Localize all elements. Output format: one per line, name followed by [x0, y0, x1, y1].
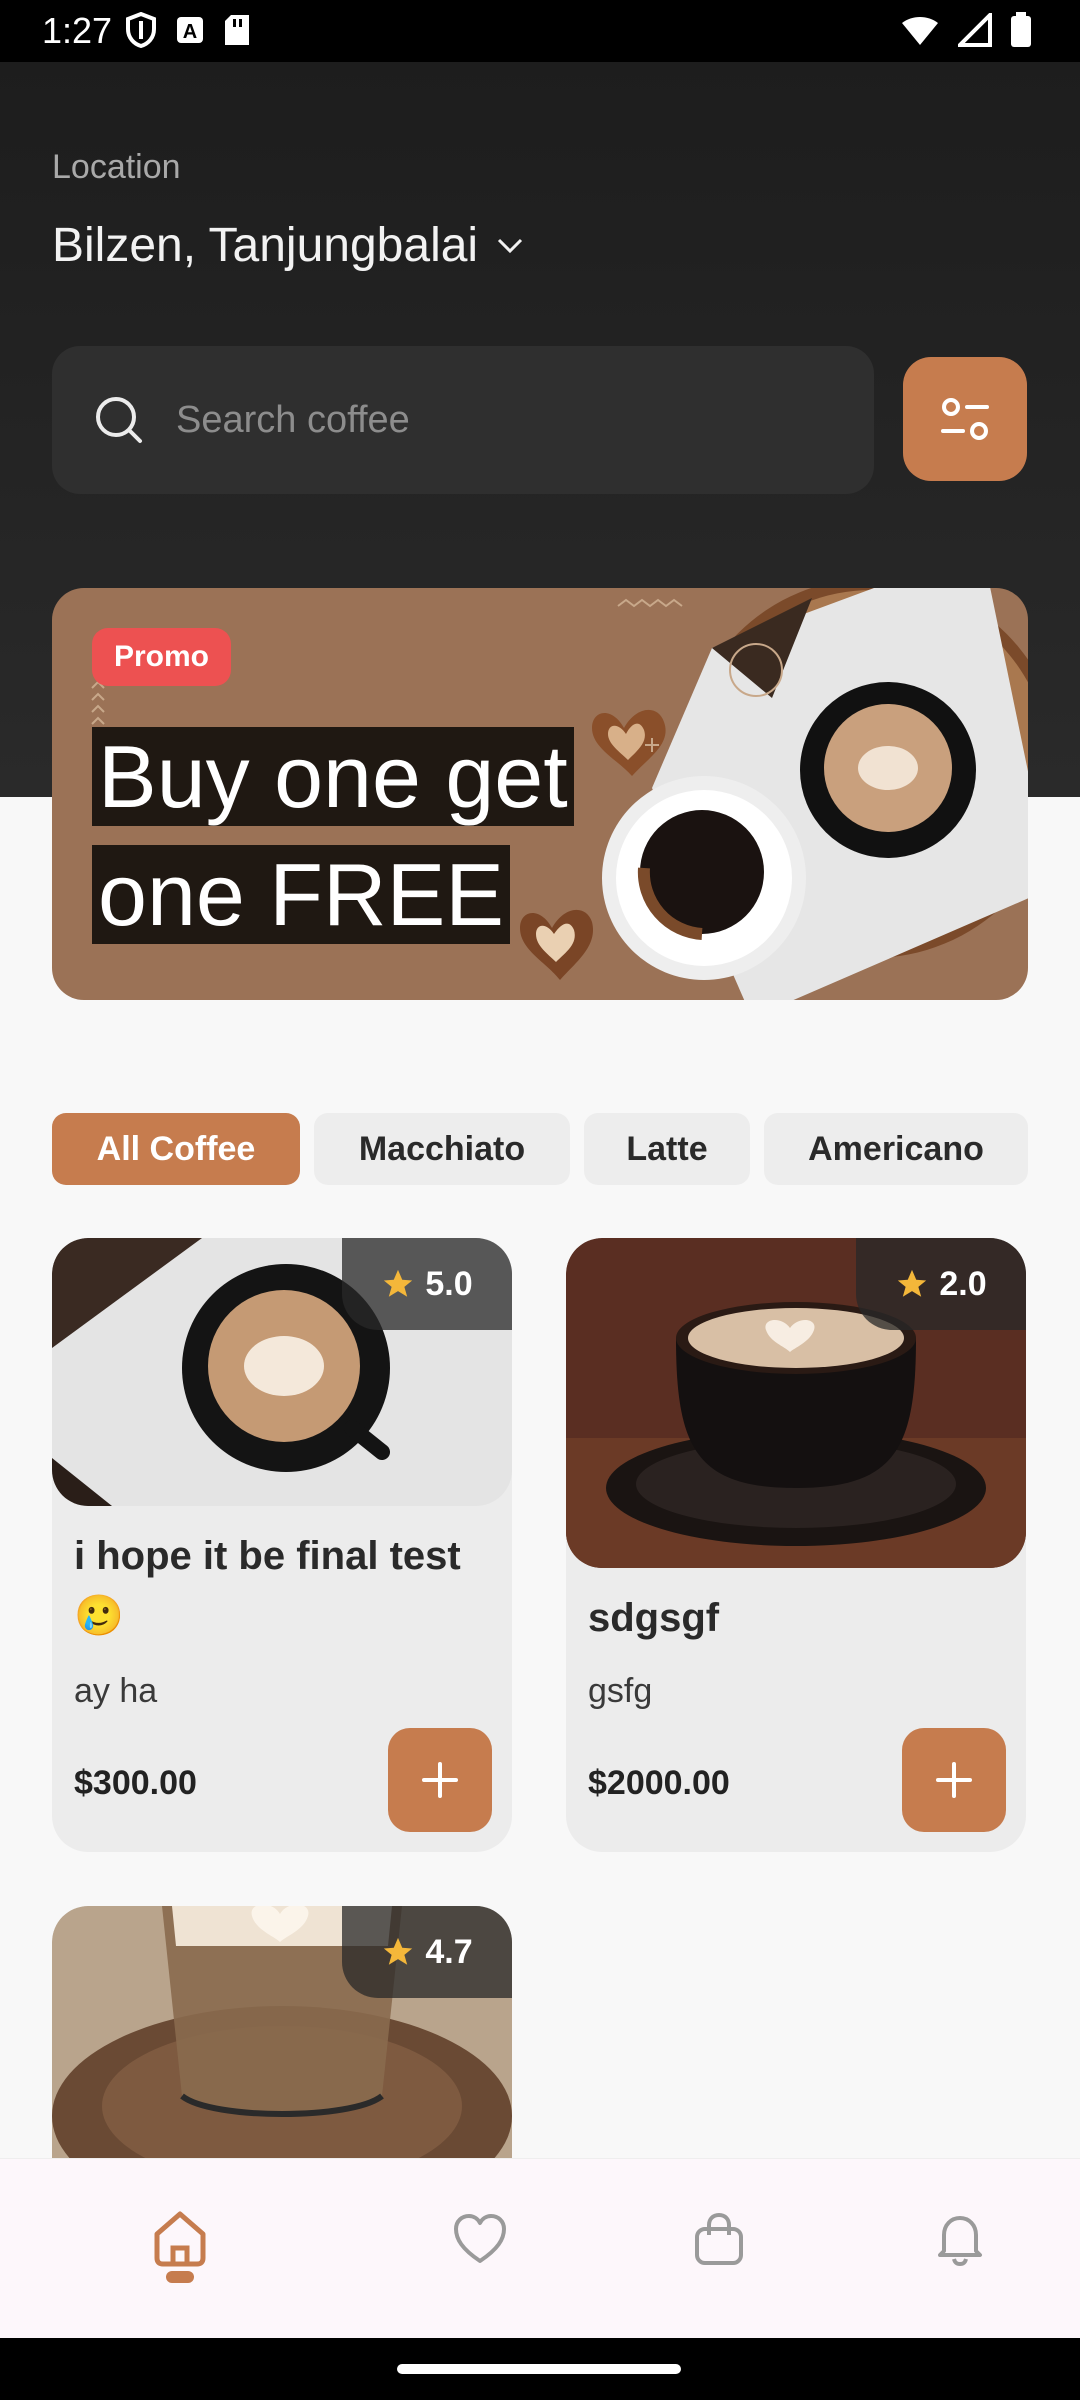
product-description: ay ha	[74, 1672, 158, 1710]
promo-title: Buy one get one FREE	[92, 718, 652, 954]
rating-badge: 2.0	[856, 1238, 1026, 1330]
star-icon	[384, 1269, 413, 1297]
heart-icon	[454, 2214, 506, 2263]
status-time: 1:27	[42, 10, 113, 51]
product-name: i hope it be final test 🥲	[74, 1534, 461, 1638]
search-icon	[96, 397, 142, 443]
rating-value: 2.0	[939, 1264, 987, 1303]
home-gesture-handle[interactable]	[397, 2364, 681, 2374]
product-description: gsfg	[588, 1672, 653, 1710]
product-card[interactable]: 2.0 sdgsgf gsfg $2000.00	[566, 1238, 1026, 1852]
plus-icon	[936, 1762, 972, 1798]
plus-icon	[422, 1762, 458, 1798]
location-value: Bilzen, Tanjungbalai	[52, 219, 479, 272]
product-price: $2000.00	[588, 1764, 730, 1802]
search-bar[interactable]	[52, 346, 874, 494]
wifi-icon	[902, 17, 938, 45]
rating-value: 4.7	[425, 1932, 473, 1971]
promo-banner[interactable]: Promo Buy one get one FREE	[52, 588, 1028, 1000]
promo-title-line2: one FREE	[92, 845, 510, 944]
bag-icon	[695, 2212, 743, 2265]
shield-icon	[126, 12, 156, 48]
add-to-cart-button[interactable]	[388, 1728, 492, 1832]
promo-badge: Promo	[92, 628, 232, 686]
home-icon	[154, 2211, 206, 2267]
svg-text:A: A	[183, 21, 197, 43]
rating-badge: 4.7	[342, 1906, 512, 1998]
product-price: $300.00	[74, 1764, 197, 1802]
category-tabs: All Coffee Macchiato Latte Americano	[52, 1113, 1028, 1185]
font-icon: A	[177, 17, 203, 43]
nav-favorites[interactable]	[440, 2199, 520, 2279]
promo-title-line1: Buy one get	[92, 727, 574, 826]
search-input[interactable]	[174, 397, 818, 443]
location-selector[interactable]: Bilzen, Tanjungbalai	[52, 218, 524, 273]
active-indicator	[166, 2271, 194, 2283]
status-left-icons: A	[125, 12, 251, 48]
bell-icon	[938, 2216, 982, 2267]
star-icon	[898, 1269, 927, 1297]
nav-cart[interactable]	[679, 2199, 759, 2279]
battery-icon	[1011, 12, 1031, 47]
system-navigation-bar	[0, 2338, 1080, 2400]
filter-button[interactable]	[903, 357, 1027, 481]
chevron-down-icon	[498, 238, 523, 253]
tab-latte[interactable]: Latte	[584, 1113, 750, 1185]
bottom-navigation	[0, 2158, 1080, 2339]
nav-home[interactable]	[140, 2199, 220, 2279]
rating-badge: 5.0	[342, 1238, 512, 1330]
sdcard-icon	[225, 15, 249, 45]
nav-notifications[interactable]	[920, 2199, 1000, 2279]
tab-macchiato[interactable]: Macchiato	[314, 1113, 570, 1185]
rating-value: 5.0	[425, 1264, 473, 1303]
product-name: sdgsgf	[588, 1596, 720, 1640]
status-right-icons	[900, 12, 1032, 48]
location-label: Location	[52, 148, 181, 186]
status-bar: 1:27 A	[0, 0, 1080, 62]
star-icon	[384, 1937, 413, 1965]
signal-icon	[958, 13, 992, 47]
filter-icon	[941, 398, 989, 440]
tab-all-coffee[interactable]: All Coffee	[52, 1113, 300, 1185]
product-card[interactable]: 5.0 i hope it be final test 🥲 ay ha $300…	[52, 1238, 512, 1852]
add-to-cart-button[interactable]	[902, 1728, 1006, 1832]
tab-americano[interactable]: Americano	[764, 1113, 1028, 1185]
